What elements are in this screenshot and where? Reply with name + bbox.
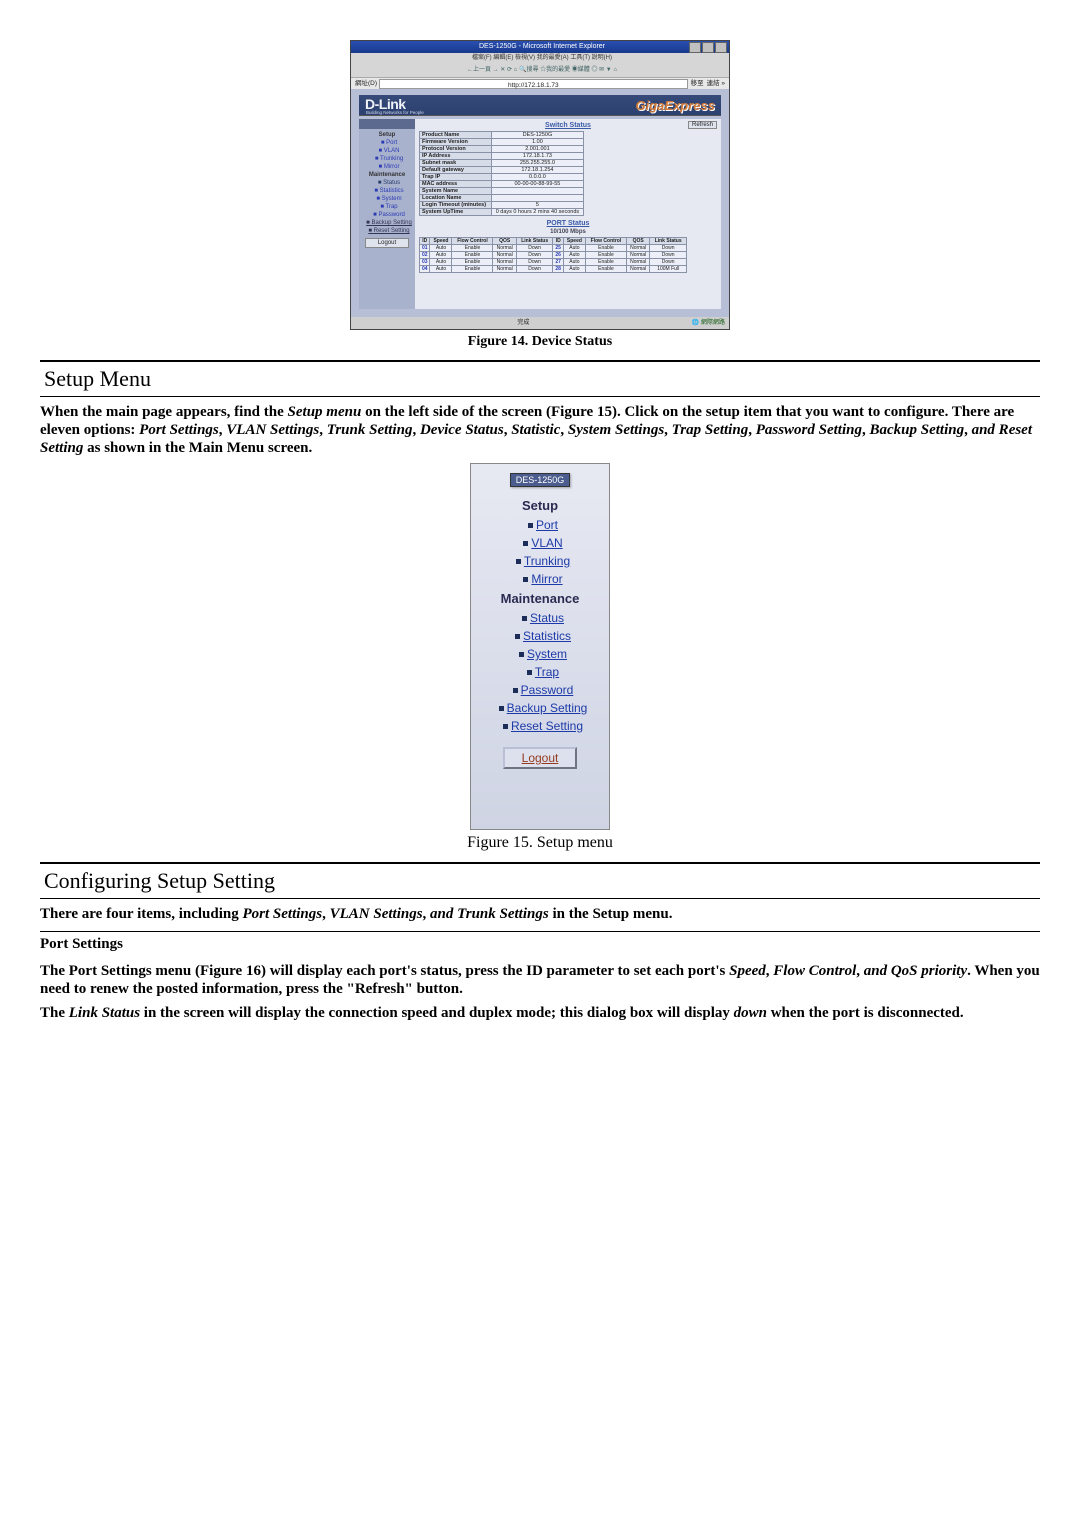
bullet-icon bbox=[522, 616, 527, 621]
sidebar-item-system[interactable]: ■ System bbox=[361, 195, 413, 203]
setup-menu-panel: DES-1250G Setup Port VLAN Trunking Mirro… bbox=[470, 463, 610, 830]
window-title: DES-1250G - Microsoft Internet Explorer bbox=[479, 43, 605, 50]
sidebar-item-vlan[interactable]: ■ VLAN bbox=[361, 147, 413, 155]
brand-subtitle: Building Networks for People bbox=[366, 110, 424, 115]
sidebar-item-password[interactable]: ■ Password bbox=[361, 211, 413, 219]
table-row: Firmware Version1.00 bbox=[420, 139, 584, 146]
bullet-icon bbox=[527, 670, 532, 675]
brand-right: GigaExpress bbox=[636, 98, 716, 113]
menu-item-trunking[interactable]: Trunking bbox=[479, 552, 601, 570]
table-row: MAC address00-00-00-88-99-55 bbox=[420, 181, 584, 188]
port-settings-subheading: Port Settings bbox=[40, 931, 1040, 956]
port-status-title: PORT Status bbox=[419, 220, 717, 227]
screenshot-device-status: DES-1250G - Microsoft Internet Explorer … bbox=[350, 40, 730, 330]
sidebar-item-trap[interactable]: ■ Trap bbox=[361, 203, 413, 211]
table-row: Trap IP0.0.0.0 bbox=[420, 174, 584, 181]
maintenance-header: Maintenance bbox=[479, 588, 601, 609]
menu-item-mirror[interactable]: Mirror bbox=[479, 570, 601, 588]
table-row: Default gateway172.18.1.254 bbox=[420, 167, 584, 174]
setup-header: Setup bbox=[479, 495, 601, 516]
address-input[interactable]: http://172.18.1.73 bbox=[379, 79, 688, 89]
window-titlebar: DES-1250G - Microsoft Internet Explorer bbox=[351, 41, 729, 53]
bullet-icon bbox=[523, 541, 528, 546]
table-row: Login Timeout (minutes)5 bbox=[420, 202, 584, 209]
table-row: Protocol Version2.001.001 bbox=[420, 146, 584, 153]
sidebar-item-backup[interactable]: ■ Backup Setting bbox=[361, 219, 413, 227]
bullet-icon bbox=[519, 652, 524, 657]
table-row: System UpTime0 days 0 hours 2 mins 40 se… bbox=[420, 209, 584, 216]
sidebar-item-mirror[interactable]: ■ Mirror bbox=[361, 163, 413, 171]
table-row: IP Address172.18.1.73 bbox=[420, 153, 584, 160]
table-row: Subnet mask255.255.255.0 bbox=[420, 160, 584, 167]
switch-status-table: Product NameDES-1250G Firmware Version1.… bbox=[419, 131, 584, 216]
table-row: Product NameDES-1250G bbox=[420, 132, 584, 139]
port-status-group: 10/100 Mbps bbox=[419, 229, 717, 235]
port-settings-paragraph-1: The Port Settings menu (Figure 16) will … bbox=[40, 962, 1040, 998]
browser-menubar[interactable]: 檔案(F) 編輯(E) 檢視(V) 我的最愛(A) 工具(T) 說明(H) bbox=[351, 53, 729, 64]
menu-item-reset[interactable]: Reset Setting bbox=[479, 717, 601, 735]
menu-item-status[interactable]: Status bbox=[479, 609, 601, 627]
page-content: Setup ■ Port ■ VLAN ■ Trunking ■ Mirror … bbox=[359, 119, 721, 309]
sidebar-item-statistics[interactable]: ■ Statistics bbox=[361, 187, 413, 195]
status-left: 完成 bbox=[351, 317, 692, 329]
switch-status-title: Switch Status bbox=[419, 122, 717, 129]
setup-menu-paragraph: When the main page appears, find the Set… bbox=[40, 403, 1040, 457]
bullet-icon bbox=[523, 577, 528, 582]
config-heading: Configuring Setup Setting bbox=[40, 864, 1040, 899]
status-right: 🌐 網際網路 bbox=[692, 317, 729, 329]
setup-menu-heading: Setup Menu bbox=[40, 362, 1040, 397]
figure-14-caption: Figure 14. Device Status bbox=[40, 334, 1040, 350]
window-buttons bbox=[689, 42, 727, 53]
brand-bar: D-Link Building Networks for People Giga… bbox=[359, 95, 721, 116]
bullet-icon bbox=[513, 688, 518, 693]
sidebar-logout-button[interactable]: Logout bbox=[365, 238, 409, 248]
table-row: System Name bbox=[420, 188, 584, 195]
bullet-icon bbox=[499, 706, 504, 711]
figure-15: DES-1250G Setup Port VLAN Trunking Mirro… bbox=[40, 463, 1040, 852]
menu-item-system[interactable]: System bbox=[479, 645, 601, 663]
sidebar-item-reset[interactable]: ■ Reset Setting bbox=[361, 227, 413, 235]
table-row: Location Name bbox=[420, 195, 584, 202]
menu-item-vlan[interactable]: VLAN bbox=[479, 534, 601, 552]
sidebar-item-trunking[interactable]: ■ Trunking bbox=[361, 155, 413, 163]
menu-item-port[interactable]: Port bbox=[479, 516, 601, 534]
logout-button[interactable]: Logout bbox=[503, 747, 577, 769]
bullet-icon bbox=[515, 634, 520, 639]
sidebar-item-status[interactable]: ■ Status bbox=[361, 179, 413, 187]
bullet-icon bbox=[503, 724, 508, 729]
model-badge: DES-1250G bbox=[510, 473, 570, 487]
menu-item-password[interactable]: Password bbox=[479, 681, 601, 699]
figure-15-caption: Figure 15. Setup menu bbox=[40, 834, 1040, 852]
menu-item-trap[interactable]: Trap bbox=[479, 663, 601, 681]
config-paragraph-1: There are four items, including Port Set… bbox=[40, 905, 1040, 923]
maximize-icon[interactable] bbox=[702, 42, 714, 53]
menu-item-statistics[interactable]: Statistics bbox=[479, 627, 601, 645]
bullet-icon bbox=[516, 559, 521, 564]
port-settings-paragraph-2: The Link Status in the screen will displ… bbox=[40, 1004, 1040, 1022]
port-status-table: ID Speed Flow Control QOS Link Status ID… bbox=[419, 237, 687, 273]
browser-toolbar[interactable]: ←上一頁 → ✕ ⟳ ⌂ 🔍搜尋 ☆我的最愛 ◉媒體 ◎ ✉ ▼ ⌂ bbox=[351, 64, 729, 78]
close-icon[interactable] bbox=[715, 42, 727, 53]
browser-statusbar: 完成 🌐 網際網路 bbox=[351, 317, 729, 329]
sidebar-item-port[interactable]: ■ Port bbox=[361, 139, 413, 147]
bullet-icon bbox=[528, 523, 533, 528]
webpage: D-Link Building Networks for People Giga… bbox=[351, 89, 729, 317]
minimize-icon[interactable] bbox=[689, 42, 701, 53]
sidebar-maint-header: Maintenance bbox=[361, 171, 413, 179]
sidebar-setup-header: Setup bbox=[361, 131, 413, 139]
refresh-button[interactable]: Refresh bbox=[688, 121, 717, 129]
main-panel: Switch Status Refresh Product NameDES-12… bbox=[415, 119, 721, 309]
figure-14: DES-1250G - Microsoft Internet Explorer … bbox=[40, 40, 1040, 350]
menu-item-backup[interactable]: Backup Setting bbox=[479, 699, 601, 717]
sidebar: Setup ■ Port ■ VLAN ■ Trunking ■ Mirror … bbox=[359, 119, 415, 309]
